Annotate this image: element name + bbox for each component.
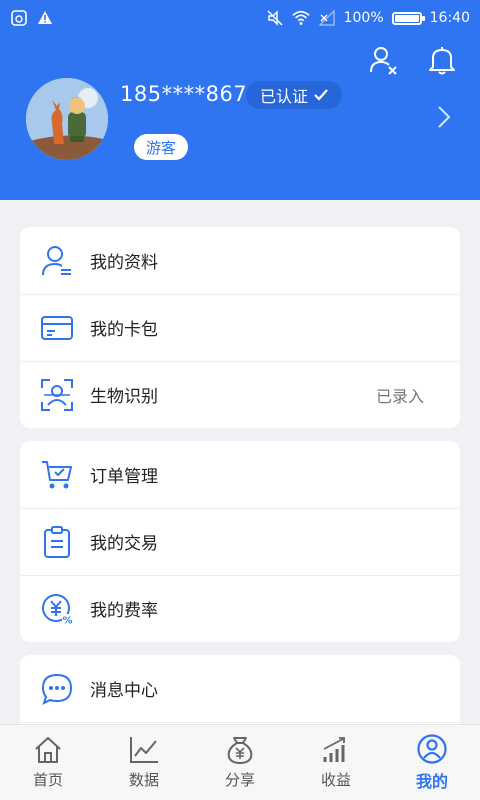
menu-label: 订单管理 xyxy=(90,467,158,487)
tab-label: 首页 xyxy=(32,771,63,789)
menu-label: 我的费率 xyxy=(90,601,158,621)
menu-label: 我的交易 xyxy=(90,534,158,554)
tab-label: 我的 xyxy=(415,771,448,791)
guest-badge: 游客 xyxy=(134,134,189,160)
menu-my-rates[interactable]: % 我的费率 xyxy=(20,575,460,642)
verified-badge: 已认证 xyxy=(246,81,343,109)
battery-icon xyxy=(391,11,425,25)
menu-card-messages: 消息中心 xyxy=(20,655,460,734)
tab-label: 数据 xyxy=(128,771,159,789)
switch-account-button[interactable] xyxy=(368,44,400,76)
money-bag-icon xyxy=(225,735,255,765)
menu-card-orders: 订单管理 我的交易 % 我的费率 xyxy=(20,441,460,642)
menu-card-account: 我的资料 我的卡包 生物识别 已录入 xyxy=(20,227,460,428)
wifi-icon xyxy=(291,9,310,27)
biometrics-status: 已录入 xyxy=(375,386,424,406)
battery-percent: 100% xyxy=(343,10,384,26)
warning-icon xyxy=(36,9,54,27)
profile-chevron-right-icon[interactable] xyxy=(436,104,452,130)
menu-label: 我的卡包 xyxy=(90,320,158,340)
check-icon xyxy=(314,89,328,101)
tab-mine[interactable]: 我的 xyxy=(384,725,480,800)
bell-icon xyxy=(429,47,455,75)
svg-text:%: % xyxy=(62,615,72,625)
cart-icon xyxy=(40,458,74,492)
mute-icon xyxy=(266,9,284,27)
status-bar: 100% 16:40 xyxy=(0,0,480,36)
menu-label: 我的资料 xyxy=(90,253,158,273)
home-icon xyxy=(33,735,63,765)
verified-label: 已认证 xyxy=(260,87,309,106)
chat-icon xyxy=(40,672,74,706)
menu-order-management[interactable]: 订单管理 xyxy=(20,441,460,508)
tab-home[interactable]: 首页 xyxy=(0,725,96,800)
card-icon xyxy=(40,311,74,345)
signal-icon xyxy=(318,9,336,27)
clipboard-icon xyxy=(40,525,74,559)
user-circle-icon xyxy=(417,733,447,764)
menu-label: 消息中心 xyxy=(90,681,158,701)
face-scan-icon xyxy=(40,378,74,412)
menu-message-center[interactable]: 消息中心 xyxy=(20,655,460,722)
tab-data[interactable]: 数据 xyxy=(96,725,192,800)
user-remove-icon xyxy=(370,47,397,75)
phone-number: 185****8676 xyxy=(120,82,262,106)
menu-biometrics[interactable]: 生物识别 已录入 xyxy=(20,361,460,428)
notification-bell-button[interactable] xyxy=(426,44,458,76)
avatar[interactable] xyxy=(26,78,108,160)
clock: 16:40 xyxy=(429,10,470,26)
menu-my-profile[interactable]: 我的资料 xyxy=(20,227,460,294)
tab-earnings[interactable]: 收益 xyxy=(288,725,384,800)
profile-icon xyxy=(40,244,74,278)
rate-icon: % xyxy=(40,592,74,626)
menu-label: 生物识别 xyxy=(90,387,158,407)
menu-my-cards[interactable]: 我的卡包 xyxy=(20,294,460,361)
line-chart-icon xyxy=(129,735,159,765)
menu-my-transactions[interactable]: 我的交易 xyxy=(20,508,460,575)
tab-label: 分享 xyxy=(224,771,255,789)
tab-label: 收益 xyxy=(320,771,351,789)
app-notification-icon xyxy=(10,9,28,27)
bottom-tab-bar: 首页 数据 分享 收益 我的 xyxy=(0,724,480,800)
bar-chart-icon xyxy=(321,735,351,765)
tab-share[interactable]: 分享 xyxy=(192,725,288,800)
profile-header: 100% 16:40 185****8676 已认证 游客 xyxy=(0,0,480,200)
